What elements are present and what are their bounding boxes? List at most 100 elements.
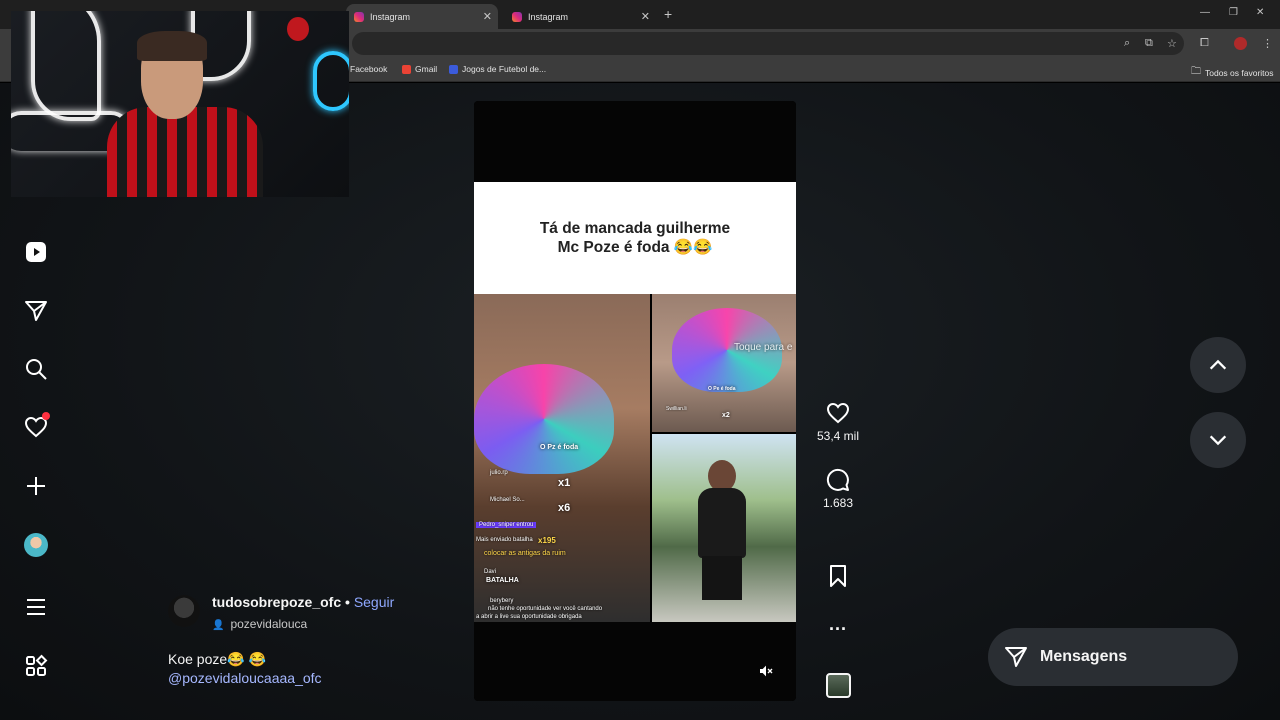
search-icon[interactable] [22, 355, 50, 383]
address-bar[interactable] [352, 32, 1184, 55]
minimize-button[interactable]: — [1200, 7, 1210, 18]
reel-caption-line1: Tá de mancada guilherme [539, 220, 731, 237]
notification-dot [42, 412, 50, 420]
gmail-icon [402, 64, 411, 74]
tab-title: Instagram [528, 11, 569, 22]
menu-icon[interactable] [22, 593, 50, 621]
bookmark-facebook-label: Facebook [350, 64, 388, 74]
like-count: 53,4 mil [816, 429, 860, 443]
kebab-menu-icon[interactable]: ⋮ [1262, 37, 1273, 50]
messages-button[interactable]: Mensagens [988, 628, 1238, 686]
comment-count: 1.683 [822, 496, 854, 510]
send-icon [1005, 647, 1027, 667]
all-bookmarks-label: Todos os favoritos [1205, 67, 1274, 78]
install-app-icon[interactable]: ⧉ [1145, 37, 1153, 50]
post-caption: Koe poze😂 😂 [168, 651, 266, 667]
chat-line: berybery [490, 598, 514, 604]
bookmark-jogos-label: Jogos de Futebol de... [462, 64, 547, 74]
streamer-hair [137, 31, 207, 61]
heart-icon[interactable] [22, 412, 50, 441]
close-tab-icon[interactable]: ✕ [483, 10, 492, 23]
streamer-shirt [107, 107, 263, 197]
mute-icon[interactable] [758, 663, 774, 679]
chevron-down-icon [1209, 435, 1227, 446]
more-apps-icon[interactable] [22, 652, 50, 680]
instagram-favicon-icon [512, 11, 522, 22]
chat-line: colocar as antigas da ruim [484, 550, 566, 557]
reel-bottom-letterbox [474, 622, 796, 701]
overlay-text: Toque para e [734, 342, 793, 353]
follow-button[interactable]: Seguir [354, 594, 394, 610]
neon-light-shape [31, 11, 101, 121]
gift-count: x195 [538, 536, 556, 545]
person-icon: 👤 [212, 620, 225, 631]
man-figure [698, 460, 746, 620]
gift-count: x6 [558, 502, 571, 514]
zoom-icon[interactable]: ⌕ [1124, 37, 1130, 50]
next-reel-button[interactable] [1190, 412, 1246, 468]
like-action[interactable]: 53,4 mil [808, 401, 868, 443]
butterfly-mask-filter [474, 364, 614, 474]
chat-line: a abrir a live sua oportunidade obrigada [476, 614, 582, 620]
close-tab-icon[interactable]: ✕ [641, 10, 650, 23]
close-window-button[interactable]: ✕ [1256, 7, 1264, 18]
all-bookmarks[interactable]: 🗀 Todos os favoritos [1191, 64, 1274, 81]
save-action[interactable] [808, 564, 868, 588]
caption-mention[interactable]: @pozevidaloucaaaa_ofc [168, 670, 322, 686]
reel-caption-line2: Mc Poze é foda 😂😂 [557, 239, 713, 256]
bookmark-gmail-label: Gmail [415, 64, 438, 74]
reels-icon[interactable] [22, 238, 50, 266]
audio-thumbnail[interactable] [826, 673, 851, 698]
previous-reel-button[interactable] [1190, 337, 1246, 393]
video-panel-top-right: Toque para e O Pe é foda x2 Swillian.li [652, 294, 796, 432]
instagram-favicon-icon [354, 11, 364, 22]
bookmark-facebook[interactable]: Facebook [350, 64, 387, 74]
profile-avatar[interactable] [24, 533, 48, 557]
chat-line: julio.rp [490, 470, 508, 476]
gift-count: x1 [558, 477, 571, 489]
bookmark-gmail[interactable]: Gmail [402, 64, 437, 74]
messages-label: Mensagens [1040, 648, 1128, 665]
extensions-icon[interactable]: ⧠ [1200, 37, 1209, 50]
bookmark-icon[interactable] [826, 564, 850, 588]
overlay-text: O Pz é foda [540, 444, 579, 451]
chat-line: não tenhe oportunidade ver você cantando [488, 606, 603, 612]
tab-instagram-active[interactable]: Instagram ✕ [346, 4, 498, 29]
man-legs [702, 556, 742, 600]
profile-icon[interactable] [1234, 37, 1247, 50]
chat-line: Michael So... [490, 497, 525, 503]
video-panel-bottom-right [652, 434, 796, 622]
author-username-line: tudosobrepoze_ofc • Seguir [212, 594, 394, 610]
author-avatar[interactable] [168, 595, 200, 627]
reel-video[interactable]: Tá de mancada guilherme Mc Poze é foda 😂… [474, 101, 796, 701]
more-options-icon[interactable]: ... [808, 614, 868, 635]
chat-line: Pedro_sniper entrou [476, 522, 537, 528]
comment-action[interactable]: 1.683 [808, 468, 868, 510]
bookmark-star-icon[interactable]: ☆ [1167, 37, 1177, 50]
overlay-text: BATALHA [486, 577, 519, 584]
chat-line: Mais enviado batalha [476, 537, 533, 543]
chat-line: Davi [484, 569, 497, 575]
new-tab-button[interactable]: + [664, 6, 672, 22]
restore-button[interactable]: ❐ [1229, 7, 1238, 18]
author-username[interactable]: tudosobrepoze_ofc [212, 594, 341, 610]
send-icon[interactable] [22, 297, 50, 325]
tab-instagram[interactable]: Instagram ✕ [504, 4, 656, 29]
bookmark-jogos[interactable]: Jogos de Futebol de... [449, 64, 546, 74]
tab-title: Instagram [370, 11, 411, 22]
chevron-up-icon [1209, 359, 1227, 370]
folder-icon: 🗀 [1191, 66, 1201, 77]
audio-line[interactable]: 👤 pozevidalouca [212, 617, 307, 631]
reel-caption-box: Tá de mancada guilherme Mc Poze é foda 😂… [474, 182, 796, 294]
chat-line: Swillian.li [666, 406, 687, 412]
gift-count: x2 [722, 412, 730, 419]
create-icon[interactable] [22, 472, 50, 500]
overlay-text: O Pe é foda [708, 386, 736, 392]
comment-icon[interactable] [826, 468, 850, 492]
heart-icon[interactable] [826, 401, 850, 425]
man-body [698, 488, 746, 558]
audio-name: pozevidalouca [230, 617, 308, 631]
webcam-overlay [11, 11, 349, 197]
cyan-neon-ring [313, 51, 349, 111]
games-site-icon [449, 64, 458, 74]
